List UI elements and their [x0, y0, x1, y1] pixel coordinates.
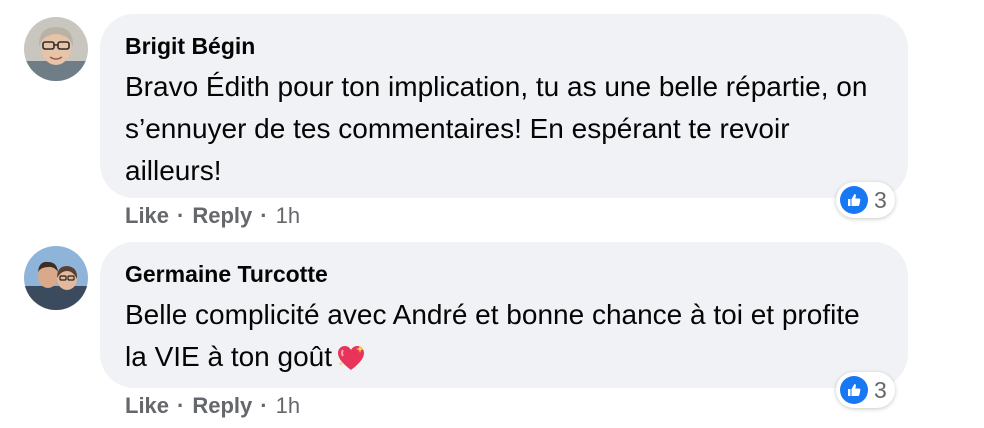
reaction-count: 3	[874, 186, 887, 213]
separator: ·	[177, 203, 185, 228]
comment-text: Belle complicité avec André et bonne cha…	[125, 294, 884, 384]
comment-author[interactable]: Germaine Turcotte	[125, 257, 884, 291]
timestamp[interactable]: 1h	[276, 203, 300, 229]
like-button[interactable]: Like	[125, 203, 169, 229]
reaction-count: 3	[874, 376, 887, 403]
like-icon	[840, 376, 868, 404]
like-button[interactable]: Like	[125, 393, 169, 419]
reply-button[interactable]: Reply	[192, 203, 252, 229]
comment-text: Bravo Édith pour ton implication, tu as …	[125, 71, 868, 186]
comment-text-content: Belle complicité avec André et bonne cha…	[125, 299, 860, 372]
comment-actions: Like · Reply · 1h	[125, 201, 300, 231]
separator: ·	[260, 203, 268, 228]
comment-bubble: Brigit Bégin Bravo Édith pour ton implic…	[100, 14, 908, 198]
reaction-summary[interactable]: 3	[836, 372, 895, 408]
avatar[interactable]	[24, 246, 88, 310]
comment-bubble: Germaine Turcotte Belle complicité avec …	[100, 242, 908, 388]
timestamp[interactable]: 1h	[276, 393, 300, 419]
reply-button[interactable]: Reply	[192, 393, 252, 419]
comment-thread: Brigit Bégin Bravo Édith pour ton implic…	[0, 0, 984, 428]
separator: ·	[177, 393, 185, 418]
comment-actions: Like · Reply · 1h	[125, 391, 300, 421]
separator: ·	[260, 393, 268, 418]
comment-author[interactable]: Brigit Bégin	[125, 29, 884, 63]
sparkling-heart-icon	[336, 342, 366, 384]
like-icon	[840, 186, 868, 214]
reaction-summary[interactable]: 3	[836, 182, 895, 218]
avatar[interactable]	[24, 17, 88, 81]
